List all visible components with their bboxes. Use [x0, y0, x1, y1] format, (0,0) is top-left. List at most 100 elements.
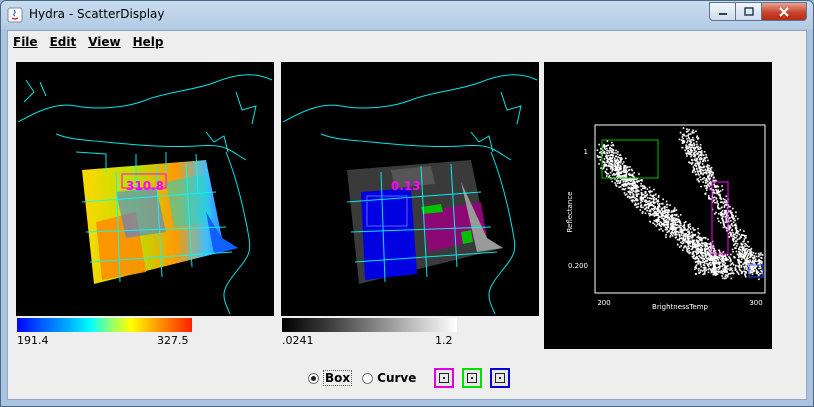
scatter-point — [730, 220, 732, 222]
scatter-point — [751, 266, 753, 269]
scatter-point — [721, 275, 723, 277]
scatter-point — [697, 237, 700, 239]
scatter-point — [686, 145, 688, 147]
scatter-point — [611, 180, 613, 183]
menu-edit[interactable]: Edit — [50, 35, 77, 49]
scatter-point — [732, 240, 735, 243]
scatter-point — [700, 239, 702, 242]
scatter-point — [715, 272, 718, 274]
scatter-point — [599, 156, 601, 158]
scatter-point — [657, 195, 660, 197]
scatter-point — [697, 231, 699, 234]
scatter-point — [746, 261, 748, 264]
scatter-point — [669, 223, 672, 226]
scatter-point — [729, 217, 731, 219]
scatter-point — [740, 264, 743, 267]
scatter-point — [613, 159, 616, 161]
scatter-point — [665, 218, 668, 221]
brightness-temp-image[interactable]: 310.8 — [16, 62, 274, 316]
scatter-point — [599, 159, 602, 161]
green-selector-button[interactable] — [462, 368, 483, 388]
scatter-point — [603, 158, 606, 160]
scatter-point — [661, 217, 663, 220]
scatter-point — [669, 232, 672, 235]
scatter-point — [596, 149, 599, 151]
scatter-point — [613, 172, 615, 175]
scatter-point — [642, 193, 644, 196]
scatter-point — [641, 200, 643, 202]
scatter-point — [688, 250, 690, 252]
scatter-point — [731, 222, 733, 225]
magenta-selector-button[interactable] — [434, 368, 455, 388]
scatter-point — [634, 204, 636, 206]
scatter-point — [733, 236, 736, 239]
scatter-point — [750, 247, 753, 250]
curve-radio-indicator[interactable] — [362, 372, 374, 384]
scatter-point — [673, 207, 676, 209]
scatter-point — [740, 246, 743, 249]
box-radio[interactable]: Box — [308, 370, 353, 386]
scatter-point — [731, 211, 733, 214]
minimize-button[interactable] — [709, 2, 736, 21]
scatter-point — [697, 247, 699, 250]
scatter-point — [687, 238, 690, 240]
scatter-point — [724, 262, 727, 265]
scatter-point — [678, 239, 681, 241]
blue-selector-button[interactable] — [490, 368, 511, 388]
curve-radio-label[interactable]: Curve — [377, 371, 416, 385]
scatter-point — [640, 182, 642, 185]
box-radio-label[interactable]: Box — [323, 370, 353, 386]
scatter-point — [676, 233, 678, 236]
scatter-point — [692, 227, 694, 229]
scatter-point — [697, 145, 699, 148]
scatter-point — [673, 221, 675, 224]
scatter-point — [695, 247, 697, 249]
scatter-point — [735, 250, 738, 253]
scatter-point — [713, 247, 716, 250]
scatter-point — [631, 173, 634, 176]
scatter-point — [694, 147, 696, 150]
menu-view[interactable]: View — [88, 35, 120, 49]
maximize-button[interactable] — [736, 2, 762, 21]
scatter-point — [607, 173, 609, 175]
scatter-point — [758, 262, 761, 264]
scatter-point — [693, 159, 696, 161]
scatter-point — [723, 226, 726, 228]
scatter-point — [645, 201, 648, 203]
scatter-point — [655, 198, 657, 200]
scatter-point — [697, 227, 699, 230]
scatter-point — [636, 195, 638, 198]
scatter-point — [642, 211, 644, 213]
scatter-point — [688, 133, 690, 135]
scatter-point — [679, 131, 682, 134]
scatter-point — [730, 277, 733, 280]
scatter-point — [701, 163, 704, 165]
scatter-point — [598, 143, 600, 146]
scatter-point — [730, 232, 732, 234]
close-button[interactable] — [762, 2, 807, 21]
scatter-point — [719, 221, 722, 224]
scatter-point — [653, 208, 656, 210]
scatter-point — [727, 265, 729, 267]
scatter-point — [735, 229, 738, 232]
scatter-point — [707, 171, 710, 173]
scatter-point — [605, 154, 608, 157]
title-bar[interactable]: Hydra - ScatterDisplay — [1, 1, 813, 29]
scatter-point — [686, 249, 688, 252]
reflectance-image[interactable]: 0.13 — [281, 62, 539, 316]
menu-help[interactable]: Help — [133, 35, 164, 49]
scatter-point — [709, 167, 712, 170]
scatter-point — [606, 175, 608, 177]
scatter-point — [759, 272, 762, 275]
scatter-plot-panel[interactable]: 1 0.200 200 300 BrightnessTemp Reflectan… — [544, 62, 772, 349]
scatter-point — [735, 265, 737, 267]
curve-radio[interactable]: Curve — [362, 371, 416, 385]
scatter-point — [608, 150, 610, 152]
scatter-point — [619, 180, 622, 183]
scatter-point — [631, 195, 633, 198]
scatter-point — [640, 191, 643, 194]
scatter-point — [722, 215, 724, 218]
menu-file[interactable]: File — [13, 35, 38, 49]
box-radio-indicator[interactable] — [308, 372, 319, 384]
scatter-point — [658, 205, 660, 208]
